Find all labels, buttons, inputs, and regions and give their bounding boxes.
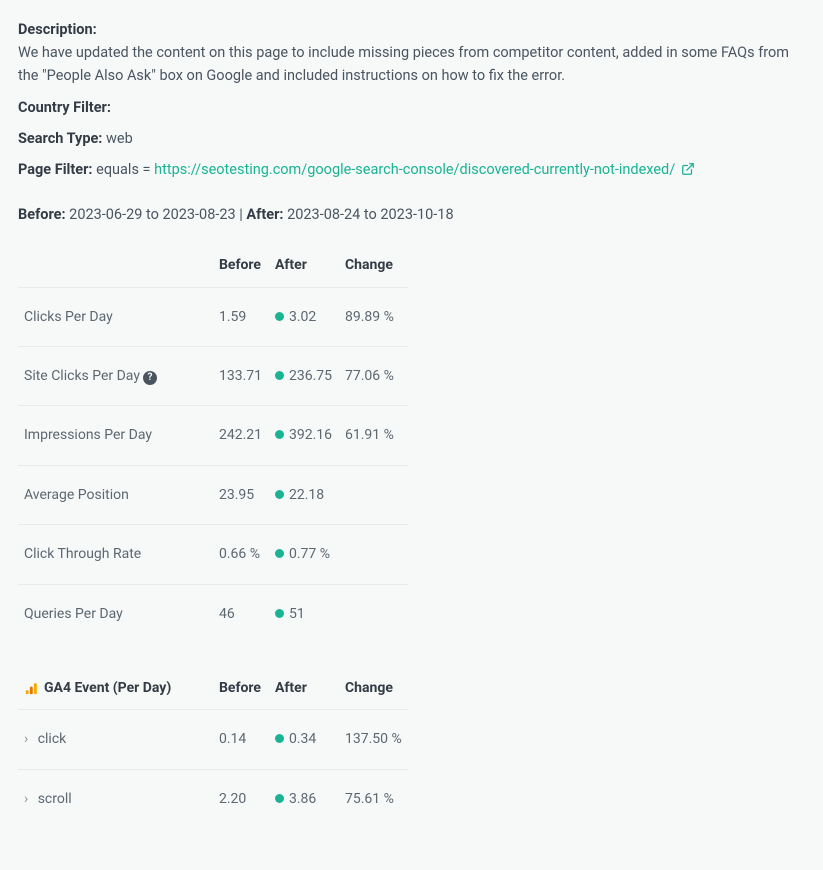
metric-change [339, 465, 408, 524]
country-filter-block: Country Filter: [18, 96, 805, 119]
after-range: 2023-08-24 to 2023-10-18 [287, 206, 453, 223]
ga4-icon [24, 681, 38, 695]
after-label: After: [246, 206, 283, 223]
metric-name: Impressions Per Day [18, 406, 213, 465]
positive-indicator-icon [275, 371, 284, 380]
country-filter-label: Country Filter: [18, 99, 111, 116]
page-filter-link[interactable]: https://seotesting.com/google-search-con… [154, 161, 695, 178]
metric-after: 51 [269, 584, 339, 643]
event-name: › scroll [18, 769, 213, 828]
event-name: › click [18, 710, 213, 769]
ga4-header-row: GA4 Event (Per Day) Before After Change [18, 667, 408, 710]
metrics-header-row: Before After Change [18, 244, 408, 287]
positive-indicator-icon [275, 549, 284, 558]
positive-indicator-icon [275, 734, 284, 743]
event-change: 75.61 % [339, 769, 408, 828]
help-icon[interactable]: ? [143, 371, 157, 385]
col-change: Change [339, 244, 408, 287]
positive-indicator-icon [275, 312, 284, 321]
ga4-col-before: Before [213, 667, 269, 710]
metric-before: 1.59 [213, 287, 269, 346]
description-text: We have updated the content on this page… [18, 44, 789, 84]
page-filter-url: https://seotesting.com/google-search-con… [154, 161, 675, 178]
metric-name: Average Position [18, 465, 213, 524]
description-block: Description: We have updated the content… [18, 18, 805, 88]
chevron-right-icon: › [24, 791, 28, 807]
metric-change [339, 584, 408, 643]
col-after: After [269, 244, 339, 287]
metric-before: 46 [213, 584, 269, 643]
metric-before: 242.21 [213, 406, 269, 465]
page-filter-block: Page Filter: equals = https://seotesting… [18, 158, 805, 183]
metric-name: Clicks Per Day [18, 287, 213, 346]
date-separator: | [239, 206, 243, 223]
positive-indicator-icon [275, 490, 284, 499]
chevron-right-icon: › [24, 731, 28, 747]
metric-name: Queries Per Day [18, 584, 213, 643]
ga4-col-after: After [269, 667, 339, 710]
table-row: Clicks Per Day1.593.0289.89 % [18, 287, 408, 346]
metric-after: 22.18 [269, 465, 339, 524]
positive-indicator-icon [275, 430, 284, 439]
description-label: Description: [18, 21, 97, 38]
before-label: Before: [18, 206, 66, 223]
metrics-table: Before After Change Clicks Per Day1.593.… [18, 244, 408, 643]
event-after: 3.86 [269, 769, 339, 828]
page-filter-label: Page Filter: [18, 161, 93, 178]
event-before: 0.14 [213, 710, 269, 769]
event-change: 137.50 % [339, 710, 408, 769]
external-link-icon [681, 160, 695, 183]
table-row: › scroll2.203.8675.61 % [18, 769, 408, 828]
metric-change [339, 525, 408, 584]
metric-name: Click Through Rate [18, 525, 213, 584]
page-filter-prefix: equals = [96, 161, 150, 178]
metric-after: 3.02 [269, 287, 339, 346]
metric-after: 236.75 [269, 347, 339, 406]
metric-name: Site Clicks Per Day? [18, 347, 213, 406]
table-row: Average Position23.9522.18 [18, 465, 408, 524]
metric-before: 0.66 % [213, 525, 269, 584]
table-row: Impressions Per Day242.21392.1661.91 % [18, 406, 408, 465]
metric-before: 133.71 [213, 347, 269, 406]
table-row: Click Through Rate0.66 %0.77 % [18, 525, 408, 584]
metric-after: 392.16 [269, 406, 339, 465]
metric-change: 89.89 % [339, 287, 408, 346]
event-before: 2.20 [213, 769, 269, 828]
date-range-block: Before: 2023-06-29 to 2023-08-23 | After… [18, 203, 805, 226]
search-type-value: web [106, 130, 133, 147]
metric-change: 77.06 % [339, 347, 408, 406]
search-type-block: Search Type: web [18, 127, 805, 150]
metric-before: 23.95 [213, 465, 269, 524]
positive-indicator-icon [275, 794, 284, 803]
table-row: Queries Per Day4651 [18, 584, 408, 643]
positive-indicator-icon [275, 609, 284, 618]
search-type-label: Search Type: [18, 130, 102, 147]
ga4-header-cell: GA4 Event (Per Day) [18, 667, 213, 710]
metric-change: 61.91 % [339, 406, 408, 465]
ga4-col-change: Change [339, 667, 408, 710]
table-row: › click0.140.34137.50 % [18, 710, 408, 769]
ga4-header-label: GA4 Event (Per Day) [44, 677, 171, 699]
col-metric [18, 244, 213, 287]
table-row: Site Clicks Per Day?133.71236.7577.06 % [18, 347, 408, 406]
ga4-table: GA4 Event (Per Day) Before After Change … [18, 667, 408, 828]
before-range: 2023-06-29 to 2023-08-23 [69, 206, 235, 223]
event-after: 0.34 [269, 710, 339, 769]
col-before: Before [213, 244, 269, 287]
metric-after: 0.77 % [269, 525, 339, 584]
